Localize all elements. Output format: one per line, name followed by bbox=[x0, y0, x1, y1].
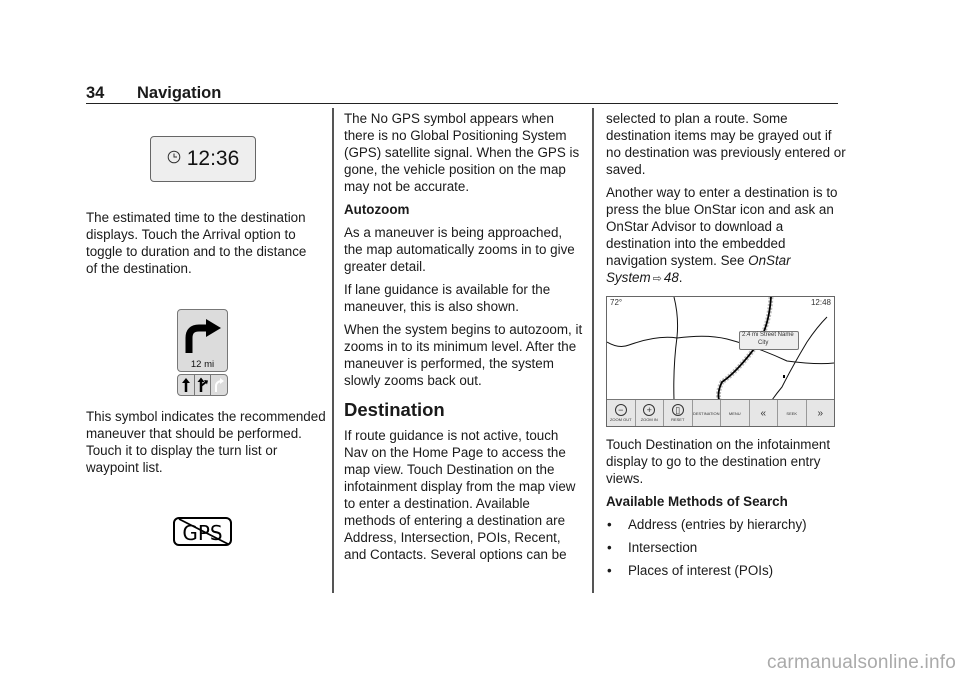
zoom-in-icon: + bbox=[643, 404, 656, 416]
destination-para: If route guidance is not active, touch N… bbox=[344, 428, 576, 562]
list-item: • Places of interest (POIs) bbox=[606, 562, 846, 579]
seek-back-button[interactable]: « bbox=[750, 400, 778, 426]
bullet-icon: • bbox=[607, 540, 612, 555]
onstar-text: Another way to enter a destination is to… bbox=[606, 185, 838, 268]
seek-back-icon: « bbox=[760, 407, 767, 419]
menu-label: MENU bbox=[728, 410, 741, 416]
zoom-in-label: ZOOM IN bbox=[640, 417, 658, 422]
clock-icon bbox=[167, 150, 181, 169]
maneuver-box[interactable]: 12 mi bbox=[177, 309, 228, 372]
destination-para-continued: selected to plan a route. Some destinati… bbox=[606, 111, 846, 177]
straight-lane-icon bbox=[178, 375, 195, 395]
onstar-page-ref[interactable]: 48 bbox=[664, 270, 679, 285]
bullet-icon: • bbox=[607, 563, 612, 578]
autozoom-para-3: When the system begins to autozoom, it z… bbox=[344, 322, 583, 388]
destination-label: DESTINATION bbox=[692, 410, 720, 416]
column-divider-1 bbox=[332, 108, 334, 593]
reset-button[interactable]: ▯ RESET bbox=[664, 400, 693, 426]
navigation-map-screen: 72° 12:48 2.4 mi Street Name City − ZOOM … bbox=[606, 296, 835, 427]
method-label: Intersection bbox=[628, 540, 698, 555]
turn-right-arrow-icon bbox=[185, 319, 221, 353]
list-item: • Intersection bbox=[606, 539, 846, 556]
reset-label: RESET bbox=[671, 417, 685, 422]
autozoom-heading: Autozoom bbox=[344, 202, 410, 217]
street-name-label[interactable]: 2.4 mi Street Name City bbox=[739, 331, 799, 350]
column-2: The No GPS symbol appears when there is … bbox=[344, 110, 584, 569]
street-city: City bbox=[758, 339, 769, 346]
map-clock: 12:48 bbox=[810, 298, 831, 307]
zoom-out-icon: − bbox=[614, 404, 627, 416]
seek-forward-button[interactable]: » bbox=[807, 400, 835, 426]
section-title: Navigation bbox=[137, 84, 222, 102]
methods-list: • Address (entries by hierarchy) • Interse… bbox=[606, 516, 846, 579]
touch-destination-para: Touch Destination on the infotainment di… bbox=[606, 437, 831, 486]
methods-heading: Available Methods of Search bbox=[606, 494, 788, 509]
column-3: selected to plan a route. Some destinati… bbox=[606, 110, 846, 294]
no-gps-icon: GPS bbox=[173, 517, 233, 552]
maneuver-symbol[interactable]: 12 mi bbox=[177, 309, 228, 396]
map-temperature: 72° bbox=[610, 298, 623, 307]
map-toolbar: − ZOOM OUT + ZOOM IN ▯ RESET DESTINATION ME… bbox=[607, 399, 834, 426]
column-1-para-1: The estimated time to the destination di… bbox=[86, 209, 321, 283]
zoom-out-label: ZOOM OUT bbox=[609, 417, 632, 422]
zoom-in-button[interactable]: + ZOOM IN bbox=[636, 400, 664, 426]
street-distance: 2.4 mi Street Name bbox=[742, 332, 794, 338]
maneuver-distance: 12 mi bbox=[190, 359, 215, 370]
autozoom-para-1: As a maneuver is being approached, the m… bbox=[344, 225, 575, 274]
onstar-para: Another way to enter a destination is to… bbox=[606, 184, 846, 288]
no-gps-description: The No GPS symbol appears when there is … bbox=[344, 111, 580, 194]
zoom-out-button[interactable]: − ZOOM OUT bbox=[607, 400, 636, 426]
map-roads bbox=[607, 297, 834, 400]
seek-label: SEEK bbox=[786, 410, 798, 416]
seek-button[interactable]: SEEK bbox=[778, 400, 807, 426]
page-header: 34 Navigation bbox=[86, 84, 838, 104]
destination-heading: Destination bbox=[344, 399, 445, 420]
column-1-para-2: This symbol indicates the recommended ma… bbox=[86, 408, 326, 482]
method-label: Places of interest (POIs) bbox=[628, 563, 774, 578]
seek-forward-icon: » bbox=[817, 407, 824, 419]
watermark: carmanualsonline.info bbox=[766, 652, 956, 673]
autozoom-para-2: If lane guidance is available for the ma… bbox=[344, 282, 551, 314]
maneuver-description: This symbol indicates the recommended ma… bbox=[86, 409, 326, 475]
arrival-time-display[interactable]: 12:36 bbox=[150, 136, 256, 182]
bullet-icon: • bbox=[607, 517, 612, 532]
method-label: Address (entries by hierarchy) bbox=[628, 517, 807, 532]
arrival-time: 12:36 bbox=[186, 147, 240, 170]
reset-icon: ▯ bbox=[671, 404, 684, 416]
column-3-lower: Touch Destination on the infotainment di… bbox=[606, 436, 846, 585]
fork-right-lane-icon bbox=[195, 375, 212, 395]
turn-right-lane-disabled-icon bbox=[211, 375, 227, 395]
arrival-description: The estimated time to the destination di… bbox=[86, 210, 307, 276]
list-item: • Address (entries by hierarchy) bbox=[606, 516, 846, 533]
column-divider-2 bbox=[592, 108, 594, 593]
page-number: 34 bbox=[86, 84, 105, 102]
period: . bbox=[678, 270, 683, 285]
menu-button[interactable]: MENU bbox=[721, 400, 750, 426]
page-reference-icon: ⇨ bbox=[652, 273, 662, 285]
lane-guidance bbox=[177, 374, 228, 396]
destination-button[interactable]: DESTINATION bbox=[692, 400, 721, 426]
